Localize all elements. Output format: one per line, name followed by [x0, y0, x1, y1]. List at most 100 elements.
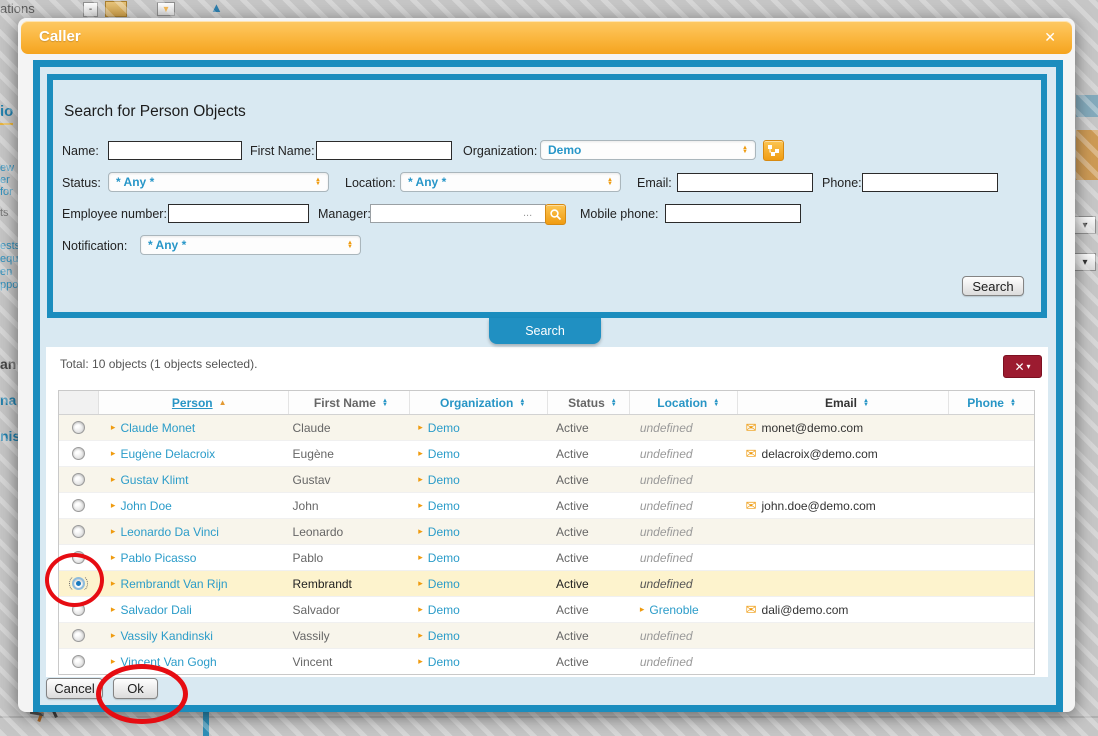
person-link[interactable]: John Doe	[120, 499, 171, 513]
form-search-button[interactable]: Search	[962, 276, 1024, 296]
column-label: Phone	[967, 396, 1004, 410]
table-header-row: Person▲First Name▲▼Organization▲▼Status▲…	[59, 391, 1034, 415]
mobile-phone-input[interactable]	[665, 204, 801, 223]
organization-link[interactable]: Demo	[428, 473, 460, 487]
organization-select[interactable]: Demo ▲▼	[540, 140, 756, 160]
person-link[interactable]: Vincent Van Gogh	[120, 655, 216, 669]
person-link[interactable]: Rembrandt Van Rijn	[120, 577, 227, 591]
radio-cell	[59, 525, 99, 538]
row-radio-button[interactable]	[72, 499, 85, 512]
person-link[interactable]: Gustav Klimt	[120, 473, 188, 487]
manager-input[interactable]	[370, 204, 546, 223]
row-radio-button[interactable]	[72, 473, 85, 486]
location-select[interactable]: * Any * ▲▼	[400, 172, 621, 192]
organization-link[interactable]: Demo	[428, 421, 460, 435]
person-link[interactable]: Leonardo Da Vinci	[120, 525, 219, 539]
select-arrows-icon: ▲▼	[347, 241, 360, 249]
phone-input[interactable]	[862, 173, 998, 192]
status-cell: Active	[548, 499, 630, 513]
table-row[interactable]: ▸Vincent Van GoghVincent▸DemoActiveundef…	[59, 648, 1034, 674]
background-dropdown-arrow: ▾	[1074, 216, 1096, 234]
table-row[interactable]: ▸Salvador DaliSalvador▸DemoActive▸Grenob…	[59, 596, 1034, 622]
select-arrows-icon: ▲▼	[742, 146, 755, 154]
link-arrow-icon: ▸	[640, 604, 645, 615]
row-radio-button[interactable]	[72, 629, 85, 642]
organization-link[interactable]: Demo	[428, 499, 460, 513]
status-select[interactable]: * Any * ▲▼	[108, 172, 329, 192]
search-tab-button[interactable]: Search	[489, 318, 601, 344]
organization-cell: ▸Demo	[410, 577, 548, 591]
column-header-phone[interactable]: Phone▲▼	[949, 391, 1034, 414]
table-row[interactable]: ▸Gustav KlimtGustav▸DemoActiveundefined	[59, 466, 1034, 492]
location-cell: undefined	[630, 421, 738, 435]
first-name-cell: Claude	[289, 421, 411, 435]
organization-tree-button[interactable]	[763, 140, 784, 161]
location-cell: undefined	[630, 551, 738, 565]
select-arrows-icon: ▲▼	[607, 178, 620, 186]
row-radio-button[interactable]	[72, 447, 85, 460]
first-name-cell: Vincent	[289, 655, 411, 669]
radio-cell	[59, 447, 99, 460]
background-mini-dropdown: -	[83, 2, 98, 17]
cancel-button[interactable]: Cancel	[46, 678, 103, 699]
column-header-status[interactable]: Status▲▼	[548, 391, 630, 414]
row-radio-button[interactable]	[72, 421, 85, 434]
email-input[interactable]	[677, 173, 813, 192]
manager-search-button[interactable]	[545, 204, 566, 225]
organization-link[interactable]: Demo	[428, 551, 460, 565]
organization-link[interactable]: Demo	[428, 603, 460, 617]
status-cell: Active	[548, 577, 630, 591]
employee-number-input[interactable]	[168, 204, 309, 223]
background-text-fragment: for	[0, 186, 13, 198]
person-cell: ▸Eugène Delacroix	[99, 447, 289, 461]
close-icon[interactable]: ✕	[1044, 29, 1056, 46]
link-arrow-icon: ▸	[111, 604, 116, 615]
column-header-first-name[interactable]: First Name▲▼	[289, 391, 411, 414]
column-header-email[interactable]: Email▲▼	[738, 391, 950, 414]
table-row[interactable]: ▸Leonardo Da VinciLeonardo▸DemoActiveund…	[59, 518, 1034, 544]
row-radio-button[interactable]	[72, 577, 85, 590]
table-row[interactable]: ▸John DoeJohn▸DemoActiveundefined✉john.d…	[59, 492, 1034, 518]
person-link[interactable]: Pablo Picasso	[120, 551, 196, 565]
organization-link[interactable]: Demo	[428, 525, 460, 539]
status-label: Status:	[62, 176, 101, 190]
organization-link[interactable]: Demo	[428, 629, 460, 643]
row-radio-button[interactable]	[72, 655, 85, 668]
organization-link[interactable]: Demo	[428, 655, 460, 669]
table-row[interactable]: ▸Pablo PicassoPablo▸DemoActiveundefined	[59, 544, 1034, 570]
person-link[interactable]: Salvador Dali	[120, 603, 191, 617]
ok-button[interactable]: Ok	[113, 678, 158, 699]
person-link[interactable]: Claude Monet	[120, 421, 195, 435]
table-row[interactable]: ▸Vassily KandinskiVassily▸DemoActiveunde…	[59, 622, 1034, 648]
table-row[interactable]: ▸Claude MonetClaude▸DemoActiveundefined✉…	[59, 415, 1034, 440]
row-radio-button[interactable]	[72, 603, 85, 616]
link-arrow-icon: ▸	[418, 552, 423, 563]
status-cell: Active	[548, 421, 630, 435]
name-input[interactable]	[108, 141, 242, 160]
column-header-location[interactable]: Location▲▼	[630, 391, 738, 414]
organization-cell: ▸Demo	[410, 655, 548, 669]
column-header-organization[interactable]: Organization▲▼	[410, 391, 548, 414]
row-radio-button[interactable]	[72, 525, 85, 538]
organization-link[interactable]: Demo	[428, 447, 460, 461]
location-cell: undefined	[630, 499, 738, 513]
person-link[interactable]: Vassily Kandinski	[120, 629, 212, 643]
minus-icon: -	[89, 4, 92, 15]
table-row[interactable]: ▸Rembrandt Van RijnRembrandt▸DemoActiveu…	[59, 570, 1034, 596]
first-name-input[interactable]	[316, 141, 452, 160]
organization-cell: ▸ Demo	[410, 551, 548, 565]
person-link[interactable]: Eugène Delacroix	[120, 447, 215, 461]
background-text-fragment: en	[0, 266, 12, 278]
first-name-cell: Pablo	[289, 551, 411, 565]
column-label: Status	[568, 396, 605, 410]
organization-link[interactable]: Demo	[428, 577, 460, 591]
table-tools-button[interactable]: ✕ ▾	[1003, 355, 1042, 378]
row-radio-button[interactable]	[72, 551, 85, 564]
chevron-down-icon: ▾	[1082, 220, 1087, 231]
location-link[interactable]: Grenoble	[649, 603, 698, 617]
organization-cell: ▸Demo	[410, 629, 548, 643]
column-header-person[interactable]: Person▲	[99, 391, 289, 414]
dialog-title: Caller	[39, 28, 81, 45]
notification-select[interactable]: * Any * ▲▼	[140, 235, 361, 255]
table-row[interactable]: ▸Eugène DelacroixEugène▸DemoActiveundefi…	[59, 440, 1034, 466]
